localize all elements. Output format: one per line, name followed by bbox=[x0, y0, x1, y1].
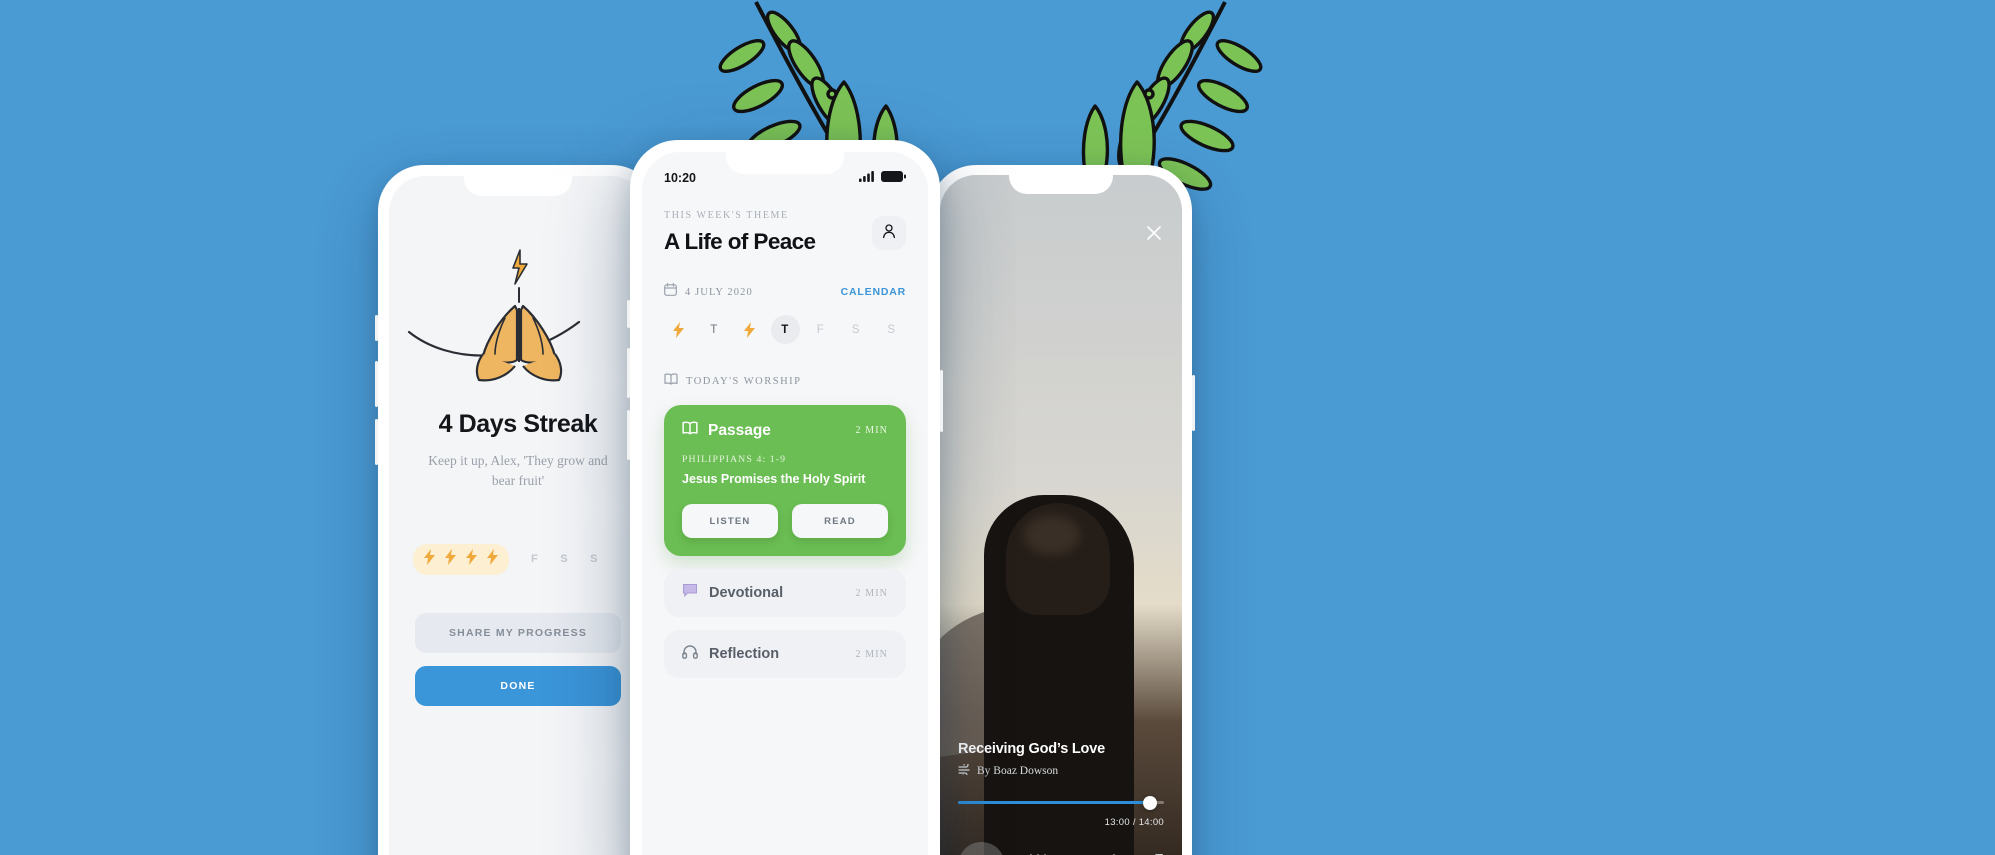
book-icon bbox=[682, 421, 698, 440]
phone-volume-down-button[interactable] bbox=[627, 410, 630, 460]
center-phone-device: 10:20 THIS WEEK'S THEME A Life of Peace bbox=[627, 140, 943, 855]
streak-day-row: F S S bbox=[413, 543, 623, 575]
user-avatar-icon bbox=[881, 223, 897, 244]
battery-full-icon bbox=[881, 169, 906, 187]
phone-volume-up-button[interactable] bbox=[627, 348, 630, 398]
phone-notch bbox=[726, 152, 844, 174]
phone-notch bbox=[464, 176, 572, 196]
sparkle-icon bbox=[512, 249, 528, 285]
reflection-title: Reflection bbox=[709, 646, 780, 662]
share-my-progress-button[interactable]: SHARE MY PROGRESS bbox=[415, 612, 621, 653]
right-phone-screen: Receiving God’s Love By Boaz Dowson 13:0… bbox=[940, 175, 1182, 855]
praying-hands-illustration bbox=[403, 236, 633, 386]
theme-kicker: THIS WEEK'S THEME bbox=[664, 210, 789, 221]
passage-card[interactable]: Passage 2 MIN PHILIPPIANS 4: 1-9 Jesus P… bbox=[664, 405, 906, 556]
pause-button[interactable] bbox=[958, 842, 1005, 855]
bolt-icon bbox=[424, 548, 435, 570]
week-day-bolt[interactable] bbox=[664, 315, 693, 344]
done-button[interactable]: DONE bbox=[415, 665, 621, 706]
calendar-icon bbox=[664, 282, 677, 301]
phone-power-button[interactable] bbox=[1192, 375, 1195, 431]
passage-reference: PHILIPPIANS 4: 1-9 bbox=[682, 454, 787, 465]
left-phone-screen: 4 Days Streak Keep it up, Alex, 'They gr… bbox=[389, 176, 647, 855]
week-day-cell[interactable]: T bbox=[700, 315, 729, 344]
phone-power-button[interactable] bbox=[940, 370, 943, 432]
theme-header: THIS WEEK'S THEME A Life of Peace bbox=[664, 210, 906, 255]
phone-mute-switch[interactable] bbox=[627, 300, 630, 328]
player-controls bbox=[958, 842, 1164, 855]
track-author-row: By Boaz Dowson bbox=[958, 762, 1164, 778]
day-letter[interactable]: F bbox=[531, 553, 538, 565]
devotional-card[interactable]: Devotional 2 MIN bbox=[664, 569, 906, 617]
progress-fill bbox=[958, 801, 1150, 804]
devotional-duration: 2 MIN bbox=[855, 587, 888, 599]
bolt-icon bbox=[445, 548, 456, 570]
wind-icon bbox=[958, 762, 971, 778]
week-day-bolt[interactable] bbox=[735, 315, 764, 344]
player-overlay: Receiving God’s Love By Boaz Dowson 13:0… bbox=[940, 175, 1182, 855]
section-label: TODAY'S WORSHIP bbox=[686, 375, 802, 387]
passage-title: Passage bbox=[708, 421, 771, 439]
player-info: Receiving God’s Love By Boaz Dowson 13:0… bbox=[958, 741, 1164, 855]
calendar-link[interactable]: CALENDAR bbox=[841, 286, 906, 298]
progress-slider[interactable] bbox=[958, 796, 1164, 810]
week-day-cell[interactable]: F bbox=[806, 315, 835, 344]
user-avatar-button[interactable] bbox=[872, 216, 906, 250]
track-title: Receiving God’s Love bbox=[958, 741, 1105, 757]
phone-volume-down-button[interactable] bbox=[375, 419, 378, 465]
close-icon[interactable] bbox=[1144, 223, 1164, 243]
passage-subtitle: Jesus Promises the Holy Spirit bbox=[682, 472, 866, 486]
devotional-title: Devotional bbox=[709, 585, 784, 601]
reflection-duration: 2 MIN bbox=[855, 648, 888, 660]
status-time: 10:20 bbox=[664, 171, 696, 185]
section-header: TODAY'S WORSHIP bbox=[664, 372, 906, 390]
listen-button[interactable]: LISTEN bbox=[682, 504, 778, 538]
streak-remaining-days: F S S bbox=[531, 553, 598, 565]
phone-side-button[interactable] bbox=[375, 315, 378, 341]
streak-title: 4 Days Streak bbox=[438, 410, 598, 438]
passage-duration: 2 MIN bbox=[855, 425, 888, 436]
reflection-card[interactable]: Reflection 2 MIN bbox=[664, 630, 906, 678]
current-date: 4 JULY 2020 bbox=[685, 286, 753, 298]
screenshot-stage: 4 Days Streak Keep it up, Alex, 'They gr… bbox=[0, 0, 1995, 855]
week-day-cell-today[interactable]: T bbox=[770, 315, 800, 344]
page-title: A Life of Peace bbox=[664, 229, 816, 254]
streak-completed-pill bbox=[413, 543, 509, 575]
left-phone-device: 4 Days Streak Keep it up, Alex, 'They gr… bbox=[375, 165, 658, 855]
right-phone-device: Receiving God’s Love By Boaz Dowson 13:0… bbox=[930, 165, 1195, 855]
day-letter[interactable]: S bbox=[560, 553, 568, 565]
bolt-icon bbox=[466, 548, 477, 570]
week-day-selector: T T F S S bbox=[664, 315, 906, 344]
streak-subtitle: Keep it up, Alex, 'They grow and bear fr… bbox=[428, 453, 608, 489]
date-row: 4 JULY 2020 CALENDAR bbox=[664, 282, 906, 301]
playback-time: 13:00 / 14:00 bbox=[1104, 817, 1164, 828]
phone-notch bbox=[1009, 175, 1113, 194]
track-author: By Boaz Dowson bbox=[977, 765, 1059, 777]
chat-bubble-icon bbox=[682, 583, 698, 603]
read-button[interactable]: READ bbox=[792, 504, 888, 538]
phone-volume-up-button[interactable] bbox=[375, 361, 378, 407]
week-day-cell[interactable]: S bbox=[842, 315, 871, 344]
headphones-icon bbox=[682, 644, 698, 664]
book-icon bbox=[664, 372, 678, 390]
day-letter[interactable]: S bbox=[590, 553, 598, 565]
week-day-cell[interactable]: S bbox=[877, 315, 906, 344]
progress-knob[interactable] bbox=[1142, 796, 1157, 810]
signal-bars-icon bbox=[859, 169, 876, 187]
center-phone-screen: 10:20 THIS WEEK'S THEME A Life of Peace bbox=[642, 152, 928, 855]
bolt-icon bbox=[487, 548, 498, 570]
